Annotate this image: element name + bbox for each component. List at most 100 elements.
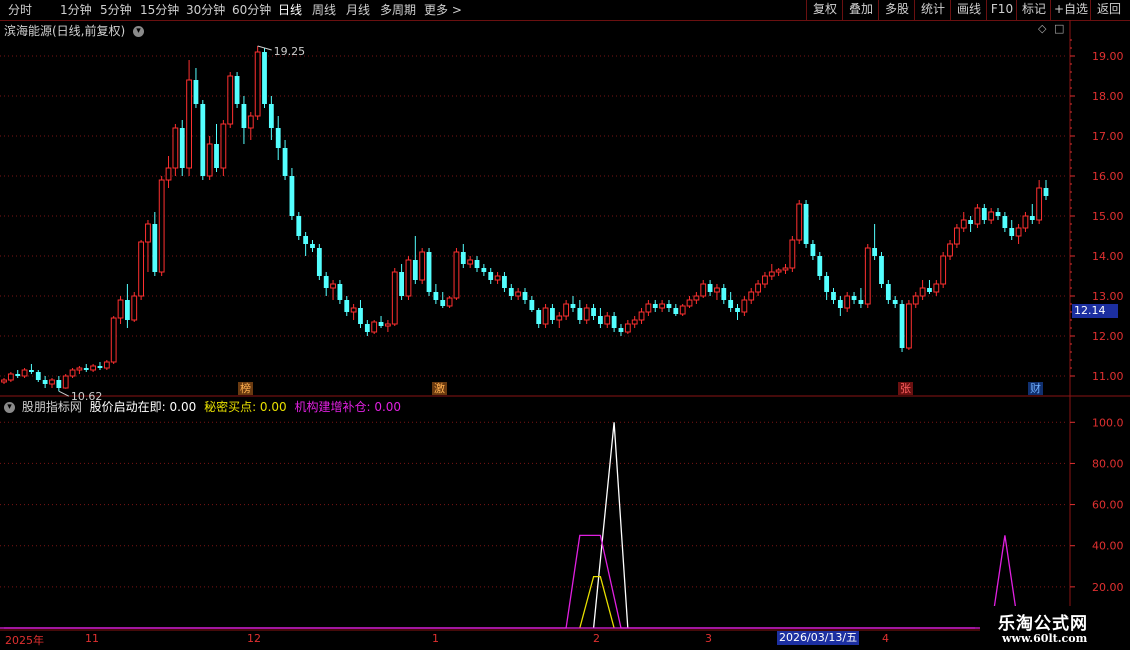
indicator-line2-label: 秘密买点: 0.00 (204, 400, 287, 414)
candle-body-down (179, 128, 185, 168)
indicator-tick-label: 60.00 (1092, 499, 1124, 512)
date-label: 2025年 (5, 634, 44, 647)
candle-body-up (1022, 215, 1029, 229)
event-tag-ji[interactable]: 激 (432, 382, 447, 395)
candle-body-down (824, 276, 830, 292)
candle-body-down (735, 308, 740, 312)
candle-body-down (728, 300, 734, 308)
candle-body-down (214, 144, 219, 168)
candle-body-down (378, 322, 384, 326)
candle-body-up (330, 283, 336, 289)
kline-chart[interactable]: 11.00 12.00 13.00 14.00 15.00 16.00 17.00 18.00… (0, 0, 1130, 650)
candle-body-up (714, 287, 720, 293)
candle-body-up (912, 295, 919, 305)
candle-body-up (21, 369, 28, 377)
event-tag-text: 榜 (240, 382, 251, 395)
diamond-icon[interactable]: ◇ (1038, 22, 1046, 35)
price-tick-label: 13.00 (1092, 290, 1124, 303)
annotations: 19.2510.62 (58, 45, 306, 403)
candle-body-down (152, 224, 158, 272)
candle-body-down (927, 288, 932, 292)
event-tag-zhang[interactable]: 张 (898, 382, 913, 395)
watermark-title: 乐淘公式网 (998, 614, 1088, 634)
candle-body-up (542, 307, 549, 325)
indicator-name: 股朋指标网 (21, 400, 82, 414)
watermark-url: www.60lt.com (1002, 632, 1088, 645)
candle-body-down (892, 300, 898, 304)
candle-body-down (289, 176, 295, 216)
candle-body-down (97, 366, 103, 368)
high-price-label: 19.25 (274, 45, 306, 58)
candle-body-up (988, 211, 995, 221)
candle-body-up (953, 227, 960, 245)
candle-body-down (652, 304, 658, 308)
candle-body-down (200, 104, 206, 176)
candle-body-up (453, 251, 460, 299)
date-label: 3 (705, 632, 712, 645)
date-label: 1 (432, 632, 439, 645)
candle-body-down (440, 300, 446, 306)
indicator-tick-label: 20.00 (1092, 581, 1124, 594)
candle-body-down (577, 308, 583, 320)
candle-body-up (206, 143, 213, 177)
price-tick-label: 18.00 (1092, 90, 1124, 103)
candle-body-down (426, 252, 432, 292)
candle-body-up (762, 275, 768, 285)
candle-body-up (686, 299, 693, 307)
indicator-line1-label: 股价启动在即: 0.00 (89, 400, 197, 414)
candle-body-down (316, 248, 322, 276)
indicator-lines (0, 422, 1130, 629)
price-tick-label: 11.00 (1092, 370, 1124, 383)
candle-body-down (262, 52, 267, 104)
candle-body-down (1009, 228, 1015, 236)
candle-body-up (138, 241, 145, 297)
candle-body-up (419, 251, 426, 281)
event-tag-text: 激 (434, 382, 445, 395)
candle-body-up (515, 291, 522, 297)
candle-body-up (103, 361, 110, 369)
candle-body-down (124, 300, 130, 320)
candle-body-up (494, 275, 501, 281)
candle-body-down (29, 370, 34, 372)
candle-body-up (905, 303, 912, 349)
date-label: 4 (882, 632, 889, 645)
candle-body-down (412, 260, 418, 280)
candle-body-down (303, 236, 309, 244)
candle-body-up (1, 379, 7, 383)
candle-body-down (598, 316, 603, 324)
candle-body-down (35, 372, 41, 380)
candle-body-down (529, 300, 535, 310)
event-tag-bang[interactable]: 榜 (238, 382, 253, 395)
candle-body-down (995, 212, 1001, 216)
candle-body-up (145, 223, 151, 243)
candle-body-down (502, 276, 507, 288)
event-tag-cai[interactable]: 财 (1028, 382, 1043, 395)
candle-body-down (707, 284, 713, 292)
candle-body-down (474, 260, 480, 268)
candle-body-down (899, 304, 905, 348)
candle-body-up (165, 167, 172, 181)
crosshair-date-label: 2026/03/13/五 (777, 631, 860, 645)
window-icon[interactable]: □ (1054, 22, 1064, 35)
candle-body-up (371, 321, 378, 333)
candle-body-down (310, 244, 315, 248)
indicator-series-line (4, 534, 1130, 629)
candle-body-up (775, 269, 782, 273)
price-tick-label: 14.00 (1092, 250, 1124, 263)
candle-body-down (879, 256, 884, 284)
candle-body-up (556, 315, 563, 321)
candle-body-up (76, 367, 83, 371)
candle-body-up (755, 283, 761, 293)
candle-body-down (282, 148, 288, 176)
price-tick-label: 12.00 (1092, 330, 1124, 343)
candle-body-up (638, 311, 645, 321)
candle-body-down (1029, 216, 1035, 220)
candle-body-up (974, 207, 981, 225)
candle-body-up (919, 287, 926, 297)
candle-body-down (536, 310, 542, 324)
indicator-tick-label: 100.0 (1092, 416, 1124, 429)
candle-body-down (981, 208, 987, 220)
chevron-down-icon[interactable]: ▾ (4, 402, 15, 413)
indicator-series-line (592, 422, 629, 629)
candle-body-down (83, 368, 89, 370)
